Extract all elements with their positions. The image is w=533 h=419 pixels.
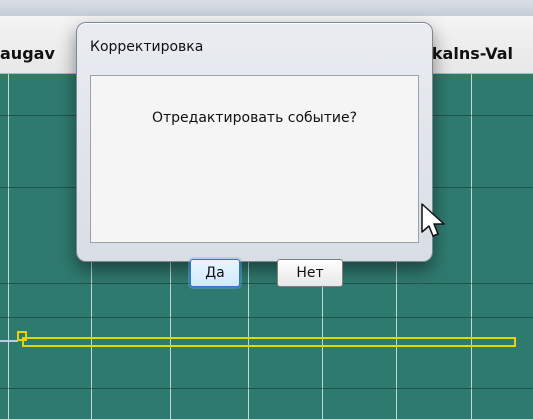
no-button[interactable]: Нет — [277, 259, 343, 287]
dialog-content-panel: Отредактировать событие? Да Нет — [90, 75, 419, 287]
edit-confirmation-dialog: Корректировка Отредактировать событие? Д… — [76, 22, 433, 287]
header-right-label: rkalns-Val — [424, 44, 513, 63]
grid-vertical-line — [471, 74, 472, 419]
mouse-pointer-icon — [421, 203, 445, 237]
grid-vertical-line — [8, 74, 9, 419]
dialog-title: Корректировка — [90, 39, 204, 55]
event-connector-line — [0, 340, 18, 342]
top-background-strip — [0, 0, 533, 17]
selected-event-bar[interactable] — [22, 337, 516, 347]
grid-horizontal-line — [0, 283, 533, 284]
grid-horizontal-line — [0, 388, 533, 389]
header-left-label: augav — [0, 44, 55, 63]
grid-horizontal-line — [0, 317, 533, 318]
dialog-message: Отредактировать событие? — [151, 110, 358, 126]
yes-button[interactable]: Да — [190, 259, 240, 287]
desktop-screen: augav rkalns-Val Корректировка Отредакти… — [0, 0, 533, 419]
